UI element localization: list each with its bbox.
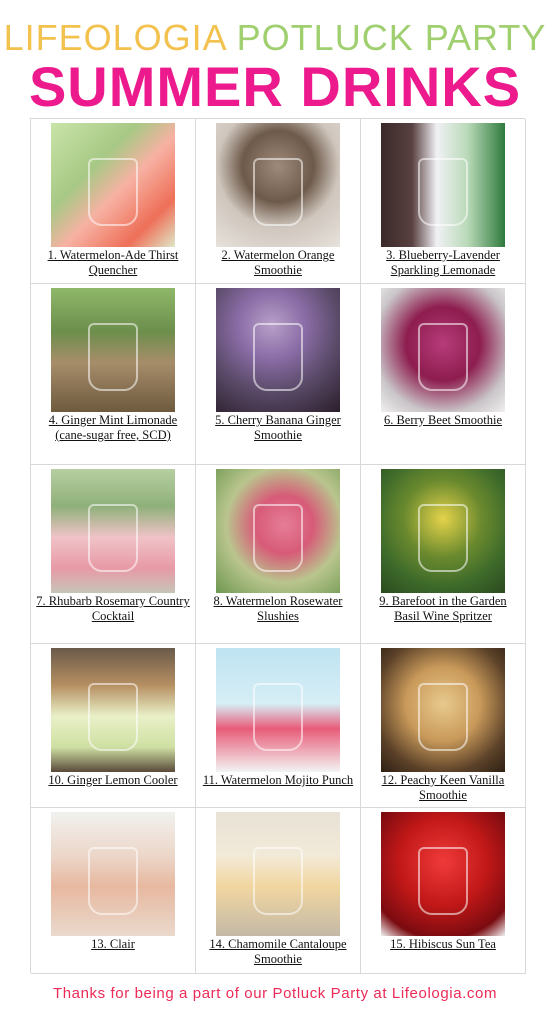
drink-card[interactable]: 12. Peachy Keen Vanilla Smoothie bbox=[361, 644, 526, 808]
drink-link[interactable]: 9. Barefoot in the Garden Basil Wine Spr… bbox=[365, 594, 521, 624]
drink-card[interactable]: 3. Blueberry-Lavender Sparkling Lemonade bbox=[361, 119, 526, 284]
peachy-keen-smoothie-photo[interactable] bbox=[381, 648, 505, 772]
drink-card[interactable]: 2. Watermelon Orange Smoothie bbox=[196, 119, 361, 284]
ginger-lemon-cooler-photo[interactable] bbox=[51, 648, 175, 772]
watermelon-rosewater-slushie-photo[interactable] bbox=[216, 469, 340, 593]
drink-card[interactable]: 4. Ginger Mint Limonade (cane-sugar free… bbox=[31, 284, 196, 465]
basil-wine-spritzer-photo[interactable] bbox=[381, 469, 505, 593]
event-name: POTLUCK PARTY bbox=[236, 17, 547, 58]
watermelon-orange-smoothie-photo[interactable] bbox=[216, 123, 340, 247]
drinks-grid: 1. Watermelon-Ade Thirst Quencher 2. Wat… bbox=[30, 118, 526, 974]
drink-link[interactable]: 10. Ginger Lemon Cooler bbox=[35, 773, 191, 788]
watermelon-ade-photo[interactable] bbox=[51, 123, 175, 247]
cherry-banana-smoothie-photo[interactable] bbox=[216, 288, 340, 412]
drink-link[interactable]: 8. Watermelon Rosewater Slushies bbox=[200, 594, 356, 624]
chamomile-cantaloupe-smoothie-photo[interactable] bbox=[216, 812, 340, 936]
drink-card[interactable]: 14. Chamomile Cantaloupe Smoothie bbox=[196, 808, 361, 974]
drink-link[interactable]: 11. Watermelon Mojito Punch bbox=[200, 773, 356, 788]
drink-card[interactable]: 7. Rhubarb Rosemary Country Cocktail bbox=[31, 465, 196, 644]
drink-link[interactable]: 13. Clair bbox=[35, 937, 191, 952]
drink-card[interactable]: 9. Barefoot in the Garden Basil Wine Spr… bbox=[361, 465, 526, 644]
drink-card[interactable]: 1. Watermelon-Ade Thirst Quencher bbox=[31, 119, 196, 284]
drink-link[interactable]: 15. Hibiscus Sun Tea bbox=[365, 937, 521, 952]
footer-credit: Thanks for being a part of our Potluck P… bbox=[52, 985, 498, 1002]
drink-link[interactable]: 6. Berry Beet Smoothie bbox=[365, 413, 521, 428]
drink-link[interactable]: 3. Blueberry-Lavender Sparkling Lemonade bbox=[365, 248, 521, 278]
clair-drink-photo[interactable] bbox=[51, 812, 175, 936]
drink-card[interactable]: 13. Clair bbox=[31, 808, 196, 974]
rhubarb-rosemary-cocktail-photo[interactable] bbox=[51, 469, 175, 593]
page-title: SUMMER DRINKS bbox=[28, 55, 522, 118]
drink-link[interactable]: 14. Chamomile Cantaloupe Smoothie bbox=[200, 937, 356, 967]
drink-card[interactable]: 10. Ginger Lemon Cooler bbox=[31, 644, 196, 808]
drink-link[interactable]: 4. Ginger Mint Limonade (cane-sugar free… bbox=[35, 413, 191, 443]
ginger-mint-limonade-photo[interactable] bbox=[51, 288, 175, 412]
drink-card[interactable]: 15. Hibiscus Sun Tea bbox=[361, 808, 526, 974]
drink-card[interactable]: 6. Berry Beet Smoothie bbox=[361, 284, 526, 465]
drink-card[interactable]: 8. Watermelon Rosewater Slushies bbox=[196, 465, 361, 644]
brand-name: LIFEOLOGIA bbox=[3, 17, 226, 58]
drink-link[interactable]: 7. Rhubarb Rosemary Country Cocktail bbox=[35, 594, 191, 624]
drink-link[interactable]: 1. Watermelon-Ade Thirst Quencher bbox=[35, 248, 191, 278]
hibiscus-sun-tea-photo[interactable] bbox=[381, 812, 505, 936]
watermelon-mojito-punch-photo[interactable] bbox=[216, 648, 340, 772]
drink-link[interactable]: 12. Peachy Keen Vanilla Smoothie bbox=[365, 773, 521, 803]
berry-beet-smoothie-photo[interactable] bbox=[381, 288, 505, 412]
header-line: LIFEOLOGIA POTLUCK PARTY bbox=[0, 18, 550, 58]
drink-card[interactable]: 11. Watermelon Mojito Punch bbox=[196, 644, 361, 808]
blueberry-lavender-lemonade-photo[interactable] bbox=[381, 123, 505, 247]
drink-link[interactable]: 5. Cherry Banana Ginger Smoothie bbox=[200, 413, 356, 443]
drink-link[interactable]: 2. Watermelon Orange Smoothie bbox=[200, 248, 356, 278]
drink-card[interactable]: 5. Cherry Banana Ginger Smoothie bbox=[196, 284, 361, 465]
